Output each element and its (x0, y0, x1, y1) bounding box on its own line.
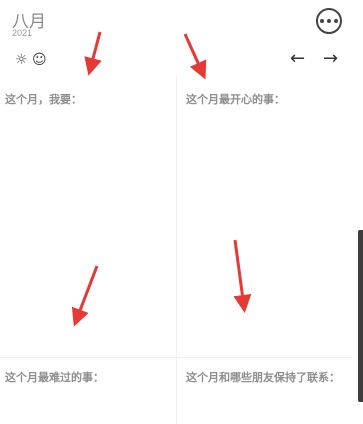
grid-divider-horizontal (0, 357, 352, 358)
grid-divider-vertical (176, 75, 177, 424)
more-icon-dot (320, 19, 324, 23)
prompt-friends[interactable]: 这个月和哪些朋友保持了联系： (186, 369, 356, 387)
arrow-right-icon[interactable]: → (323, 50, 338, 68)
prompt-want[interactable]: 这个月，我要： (5, 91, 82, 109)
more-icon-dot (327, 19, 331, 23)
more-button[interactable] (316, 8, 342, 34)
prompt-happiest[interactable]: 这个月最开心的事： (186, 91, 285, 109)
more-icon-dot (334, 19, 338, 23)
prompt-saddest[interactable]: 这个月最难过的事： (5, 369, 104, 387)
annotation-arrow (84, 31, 102, 76)
arrow-left-icon[interactable]: ← (290, 50, 305, 68)
sun-icon[interactable]: ☼ (15, 52, 28, 68)
year-label: 2021 (12, 28, 33, 38)
smile-icon[interactable]: ☺ (32, 52, 47, 68)
scrollbar[interactable] (358, 230, 363, 402)
annotation-arrow (183, 33, 207, 80)
